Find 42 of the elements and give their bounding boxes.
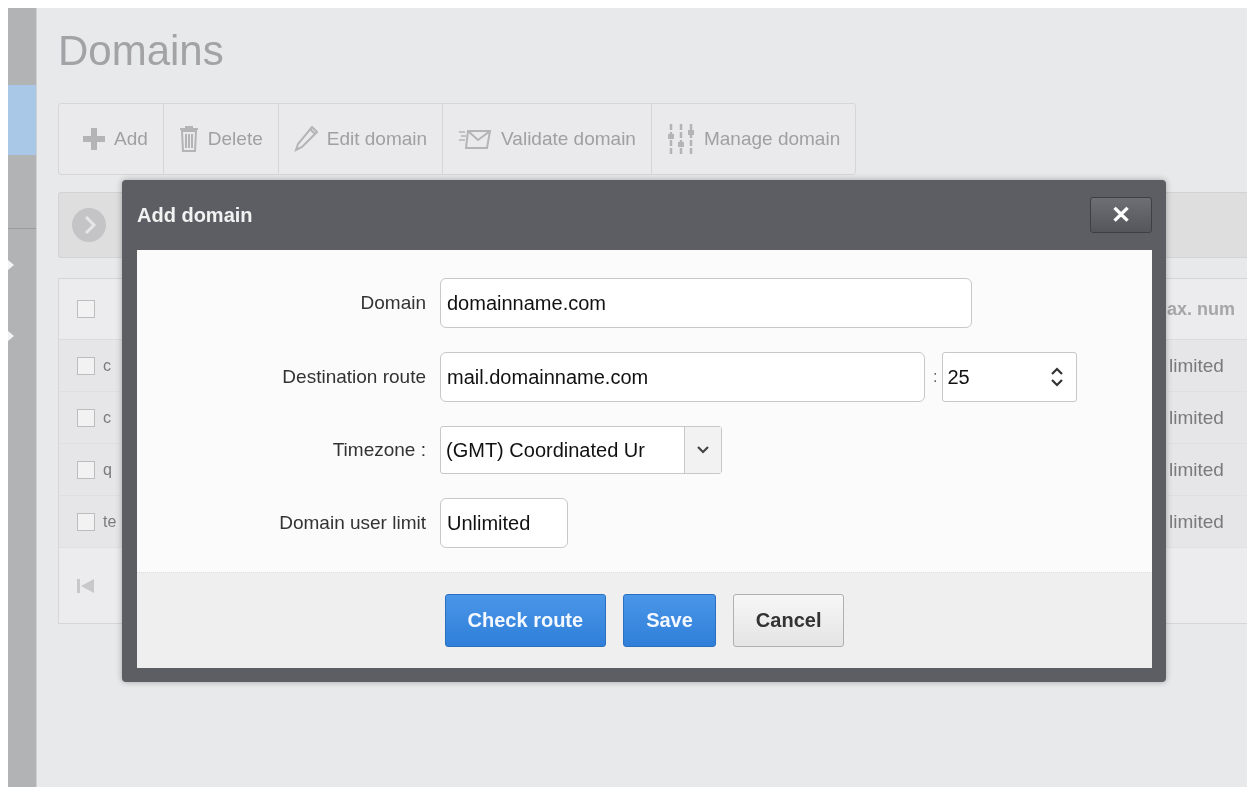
checkbox[interactable] — [77, 300, 95, 318]
table-cell: limited — [1169, 406, 1224, 429]
chevron-down-icon — [697, 446, 709, 454]
page-title: Domains — [58, 26, 225, 76]
dialog-title: Add domain — [137, 203, 253, 227]
user-limit-input[interactable]: Unlimited — [440, 498, 568, 548]
timezone-select[interactable]: (GMT) Coordinated Ur — [440, 426, 722, 474]
checkbox[interactable] — [77, 356, 95, 375]
field-label: Domain user limit — [278, 512, 426, 534]
table-cell: limited — [1169, 510, 1224, 533]
table-cell: te — [103, 512, 117, 531]
checkbox[interactable] — [77, 512, 95, 531]
close-button[interactable]: ✕ — [1090, 197, 1152, 233]
route-input[interactable]: mail.domainname.com — [440, 352, 925, 402]
separator: : — [933, 368, 938, 386]
field-label: Domain — [359, 292, 426, 314]
checkbox[interactable] — [77, 408, 95, 427]
table-cell: q — [103, 460, 112, 479]
dialog-button[interactable]: Save — [623, 594, 716, 647]
domain-input[interactable]: domainname.com — [440, 278, 972, 328]
caret-icon — [8, 260, 14, 270]
table-cell: c — [103, 356, 111, 375]
caret-icon — [8, 331, 14, 341]
plus-icon — [83, 128, 105, 150]
table-cell: limited — [1169, 458, 1224, 481]
sliders-icon — [666, 122, 695, 156]
arrow-circle-icon[interactable] — [71, 207, 107, 243]
field-label: Timezone : — [331, 439, 426, 461]
dialog-button[interactable]: Cancel — [732, 594, 845, 647]
pencil-icon — [293, 126, 318, 152]
envelope-icon — [458, 128, 493, 150]
checkbox[interactable] — [77, 460, 95, 479]
table-cell: c — [103, 408, 111, 427]
trash-icon — [178, 126, 199, 152]
port-field[interactable]: 25 — [942, 352, 1078, 402]
column-header: ax. num — [1167, 298, 1236, 320]
field-label: Destination route — [281, 366, 426, 388]
dialog-button[interactable]: Check route — [444, 594, 607, 647]
sidebar-active-item[interactable] — [8, 85, 36, 155]
table-cell: limited — [1169, 354, 1224, 377]
first-page-icon[interactable] — [77, 577, 95, 594]
spinner-icon[interactable] — [1050, 366, 1065, 388]
